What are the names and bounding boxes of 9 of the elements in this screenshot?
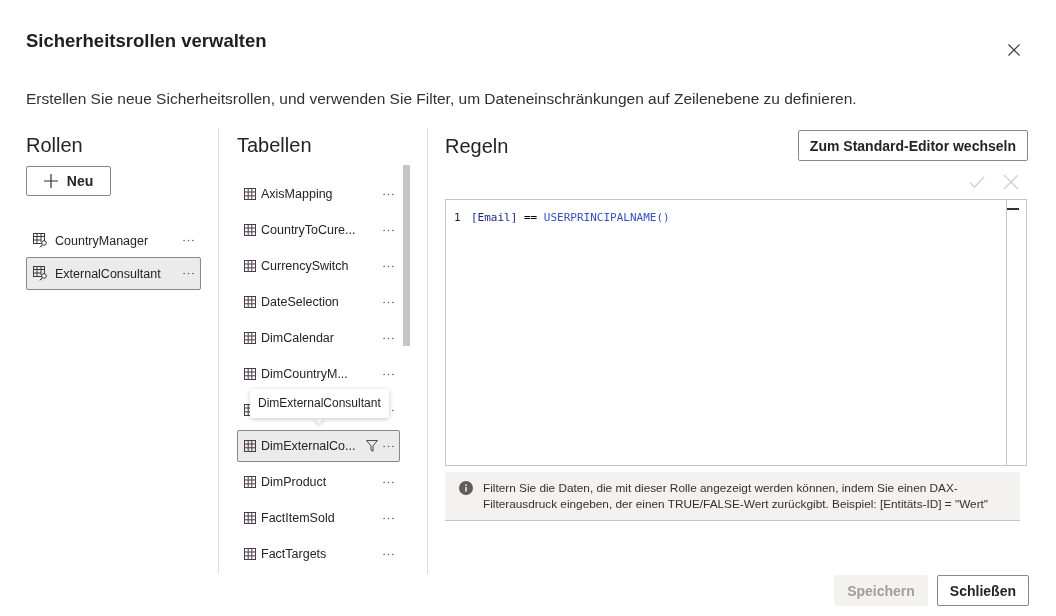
tooltip: DimExternalConsultant [250,389,389,422]
info-text: Filtern Sie die Daten, die mit dieser Rolle angezeigt werden können, indem Sie einen DAX-Filterausdruck eingeben, der einen TRUE/FALSE-Wert zurückgibt. Beispiel: [Entitäts-ID] = "Wert" [483,480,990,512]
code-line: [Email] == USERPRINCIPALNAME() [471,210,670,226]
dialog-description: Erstellen Sie neue Sicherheitsrollen, und verwenden Sie Filter, um Dateneinschränkungen auf Zeilenebene zu definieren. [26,89,858,109]
dialog-title: Sicherheitsrollen verwalten [26,29,267,53]
section-heading: Regeln [445,133,509,159]
section-heading: Rollen [26,133,84,158]
section-heading: Tabellen [237,133,313,158]
line-number: 1 [454,210,462,226]
